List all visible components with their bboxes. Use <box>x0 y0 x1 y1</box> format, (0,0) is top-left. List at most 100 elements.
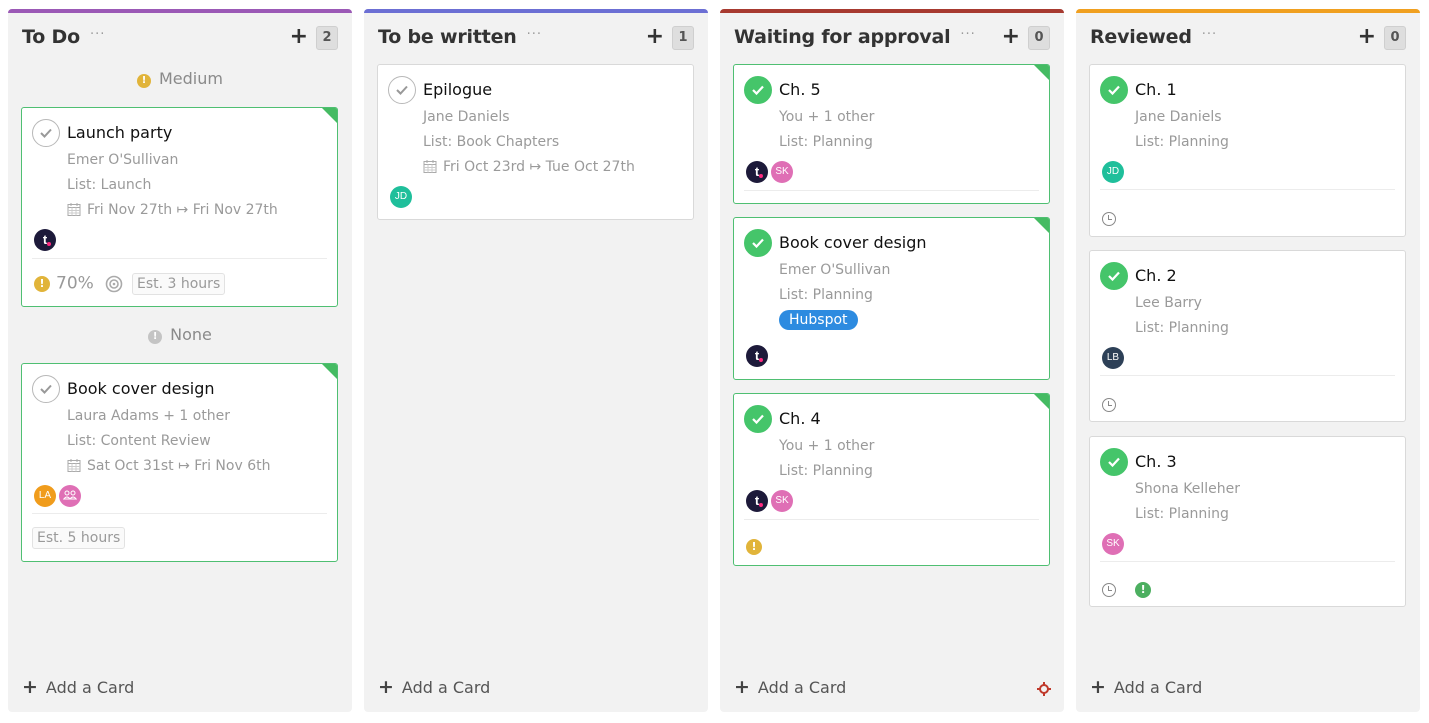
kanban-board: To Do ··· + 2 ! Medium Launch party Emer O… <box>0 0 1429 723</box>
add-icon[interactable]: + <box>1002 26 1020 48</box>
complete-checkbox-checked[interactable] <box>744 405 772 433</box>
card-count-badge: 0 <box>1028 26 1050 50</box>
column-title-text: To be written <box>378 26 517 48</box>
priority-group-label: Medium <box>159 69 223 88</box>
complete-checkbox-checked[interactable] <box>1100 448 1128 476</box>
card-assignee: Emer O'Sullivan <box>67 152 179 168</box>
more-icon[interactable]: ··· <box>527 27 542 42</box>
more-icon[interactable]: ··· <box>90 27 105 42</box>
card-dates-text: Sat Oct 31st ↦ Fri Nov 6th <box>87 458 271 474</box>
complete-checkbox[interactable] <box>32 119 60 147</box>
card-count-badge: 2 <box>316 26 338 50</box>
card-status-corner <box>321 108 337 124</box>
avatar-sk[interactable]: SK <box>771 161 793 183</box>
card-ch-4[interactable]: Ch. 4 You + 1 other List: Planning t SK ! <box>733 393 1050 566</box>
estimate-badge[interactable]: Est. 5 hours <box>32 527 126 549</box>
avatar-lb[interactable]: LB <box>1102 347 1124 369</box>
progress-percent: 70% <box>56 273 94 294</box>
avatar-jd[interactable]: JD <box>1102 161 1124 183</box>
complete-checkbox-checked[interactable] <box>744 229 772 257</box>
add-card-button[interactable]: + Add a Card <box>1090 676 1202 698</box>
card-title: Ch. 1 <box>1135 80 1177 99</box>
more-icon[interactable]: ··· <box>1202 27 1217 42</box>
avatar-teamwork[interactable]: t <box>746 490 768 512</box>
add-icon[interactable]: + <box>1358 26 1376 48</box>
more-icon[interactable]: ··· <box>960 27 975 42</box>
clock-icon[interactable] <box>1102 582 1116 597</box>
avatar-sk[interactable]: SK <box>771 490 793 512</box>
card-footer <box>1102 208 1116 232</box>
add-card-button[interactable]: + Add a Card <box>734 676 846 698</box>
calendar-icon <box>67 203 81 216</box>
complete-checkbox[interactable] <box>388 76 416 104</box>
card-epilogue[interactable]: Epilogue Jane Daniels List: Book Chapter… <box>377 64 694 220</box>
card-count-badge: 1 <box>672 26 694 50</box>
plus-icon: + <box>1090 676 1106 698</box>
card-book-cover-design[interactable]: Book cover design Laura Adams + 1 other … <box>21 363 338 562</box>
calendar-icon <box>67 459 81 472</box>
priority-warning-icon[interactable]: ! <box>34 276 50 292</box>
card-ch-2[interactable]: Ch. 2 Lee Barry List: Planning LB <box>1089 250 1406 422</box>
clock-icon[interactable] <box>1102 397 1116 412</box>
card-list: List: Content Review <box>67 433 211 449</box>
card-footer: ! <box>1102 579 1159 603</box>
card-dates: Sat Oct 31st ↦ Fri Nov 6th <box>67 458 270 474</box>
crosshair-icon[interactable] <box>1037 682 1051 696</box>
avatar-la[interactable]: LA <box>34 485 56 507</box>
add-card-button[interactable]: + Add a Card <box>378 676 490 698</box>
column-waiting-for-approval: Waiting for approval ··· + 0 Ch. 5 You + … <box>720 9 1064 712</box>
avatar-jd[interactable]: JD <box>390 186 412 208</box>
card-title: Ch. 5 <box>779 80 821 99</box>
plus-icon: + <box>734 676 750 698</box>
card-avatars: t <box>34 229 59 251</box>
card-footer <box>1102 394 1116 418</box>
estimate-badge[interactable]: Est. 3 hours <box>131 273 226 295</box>
card-assignee: Laura Adams + 1 other <box>67 408 231 424</box>
card-divider <box>1100 375 1395 376</box>
add-icon[interactable]: + <box>290 26 308 48</box>
card-list: List: Planning <box>1135 320 1229 336</box>
avatar-teamwork[interactable]: t <box>746 161 768 183</box>
card-book-cover-design[interactable]: Book cover design Emer O'Sullivan List: … <box>733 217 1050 380</box>
add-card-button[interactable]: + Add a Card <box>22 676 134 698</box>
column-title[interactable]: To be written ··· <box>378 26 542 48</box>
calendar-icon <box>423 160 437 173</box>
warning-icon: ! <box>148 330 163 344</box>
card-avatars: t SK <box>746 490 796 512</box>
complete-checkbox[interactable] <box>32 375 60 403</box>
priority-warning-icon[interactable]: ! <box>746 539 762 555</box>
progress-target-icon <box>105 275 123 292</box>
add-card-label: Add a Card <box>757 678 847 697</box>
card-status-corner <box>1033 394 1049 410</box>
card-launch-party[interactable]: Launch party Emer O'Sullivan List: Launc… <box>21 107 338 307</box>
avatar-group-icon[interactable] <box>59 485 81 507</box>
complete-checkbox-checked[interactable] <box>744 76 772 104</box>
priority-group-label: None <box>170 325 212 344</box>
card-avatars: LA <box>34 485 84 507</box>
add-icon[interactable]: + <box>646 26 664 48</box>
column-title[interactable]: Waiting for approval ··· <box>734 26 976 48</box>
complete-checkbox-checked[interactable] <box>1100 262 1128 290</box>
warning-icon: ! <box>137 74 151 88</box>
clock-icon[interactable] <box>1102 211 1116 226</box>
column-title[interactable]: Reviewed ··· <box>1090 26 1217 48</box>
card-ch-1[interactable]: Ch. 1 Jane Daniels List: Planning JD <box>1089 64 1406 237</box>
card-list: List: Planning <box>779 287 873 303</box>
avatar-teamwork[interactable]: t <box>34 229 56 251</box>
add-card-label: Add a Card <box>1113 678 1203 697</box>
column-header: Waiting for approval ··· + 0 <box>734 25 1050 53</box>
card-divider <box>744 519 1039 520</box>
priority-group-medium: ! Medium <box>8 69 352 88</box>
column-title-text: To Do <box>22 26 80 48</box>
avatar-sk[interactable]: SK <box>1102 533 1124 555</box>
avatar-teamwork[interactable]: t <box>746 345 768 367</box>
column-title[interactable]: To Do ··· <box>22 26 105 48</box>
complete-checkbox-checked[interactable] <box>1100 76 1128 104</box>
tag-hubspot[interactable]: Hubspot <box>779 310 858 330</box>
card-assignee: Shona Kelleher <box>1135 481 1240 497</box>
card-ch-5[interactable]: Ch. 5 You + 1 other List: Planning t SK <box>733 64 1050 204</box>
priority-high-icon[interactable]: ! <box>1135 581 1152 598</box>
card-list: List: Planning <box>779 134 873 150</box>
card-title: Book cover design <box>779 233 927 252</box>
card-ch-3[interactable]: Ch. 3 Shona Kelleher List: Planning SK ! <box>1089 436 1406 607</box>
